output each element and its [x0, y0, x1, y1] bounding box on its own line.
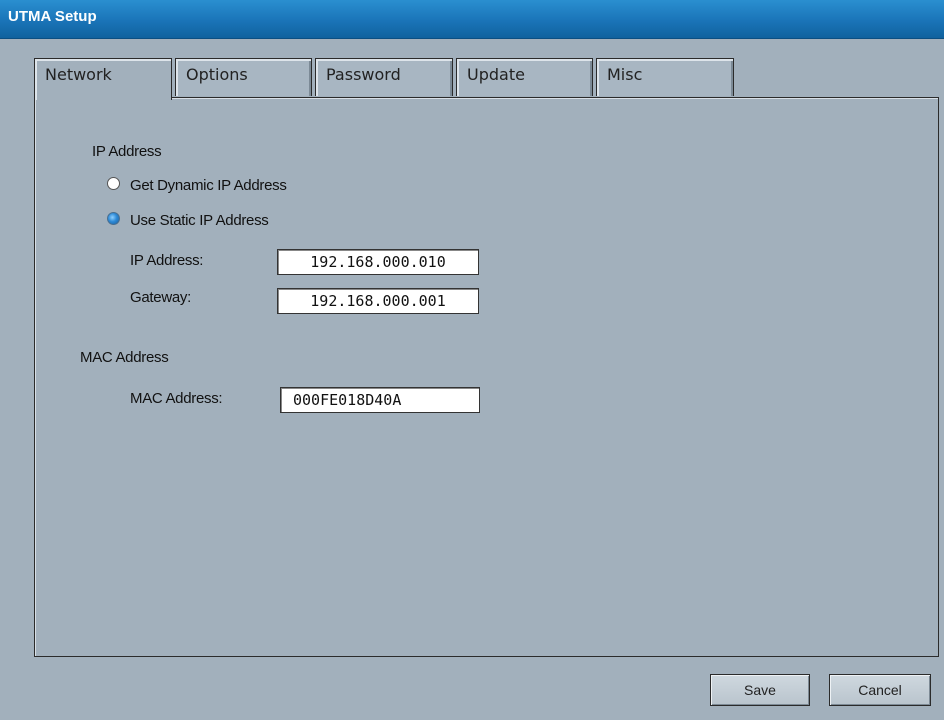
window-title: UTMA Setup	[8, 8, 97, 25]
gateway-field[interactable]: 192.168.000.001	[277, 288, 479, 314]
ip-address-section-heading: IP Address	[92, 143, 162, 160]
save-button[interactable]: Save	[710, 674, 810, 706]
tab-misc-label: Misc	[607, 65, 643, 84]
static-ip-radio[interactable]	[107, 212, 120, 225]
tab-options[interactable]: Options	[175, 58, 312, 96]
static-ip-label[interactable]: Use Static IP Address	[130, 212, 269, 229]
tab-network-label: Network	[45, 65, 112, 84]
cancel-button[interactable]: Cancel	[829, 674, 931, 706]
mac-address-label: MAC Address:	[130, 390, 223, 407]
mac-address-field[interactable]: 000FE018D40A	[280, 387, 480, 413]
tab-update[interactable]: Update	[456, 58, 593, 96]
tab-misc[interactable]: Misc	[596, 58, 734, 96]
mac-address-section-heading: MAC Address	[80, 349, 169, 366]
tab-options-label: Options	[186, 65, 248, 84]
dynamic-ip-label[interactable]: Get Dynamic IP Address	[130, 177, 287, 194]
dynamic-ip-radio[interactable]	[107, 177, 120, 190]
tab-password-label: Password	[326, 65, 401, 84]
window-titlebar: UTMA Setup	[0, 0, 944, 39]
tab-network[interactable]: Network	[34, 58, 172, 100]
tab-bar: Network Options Password Update Misc	[34, 58, 744, 100]
gateway-label: Gateway:	[130, 289, 191, 306]
tab-update-label: Update	[467, 65, 525, 84]
ip-address-label: IP Address:	[130, 252, 204, 269]
ip-address-field[interactable]: 192.168.000.010	[277, 249, 479, 275]
tab-password[interactable]: Password	[315, 58, 453, 96]
